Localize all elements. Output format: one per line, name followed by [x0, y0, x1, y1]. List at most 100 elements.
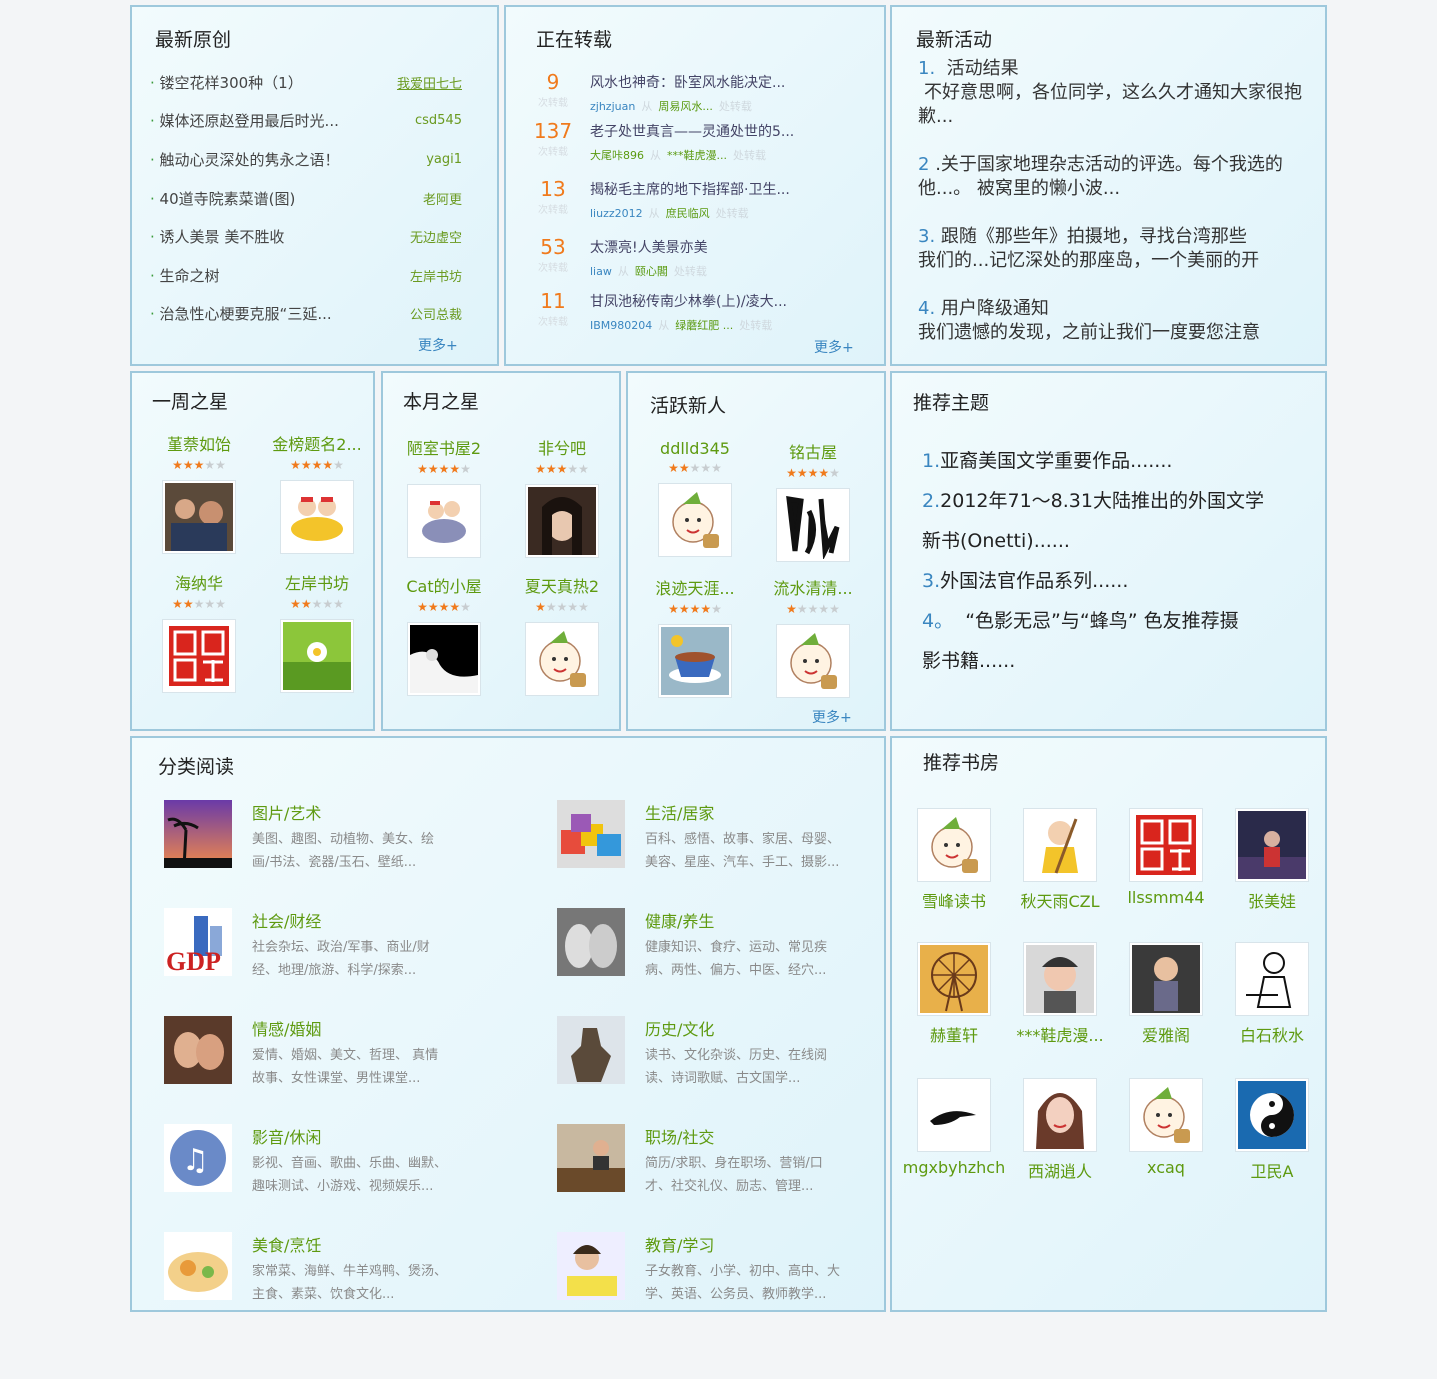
category-item[interactable]: 美食/烹饪 家常菜、海鲜、牛羊鸡鸭、煲汤、 主食、素菜、饮食文化... [164, 1232, 484, 1310]
category-title[interactable]: 美食/烹饪 [252, 1232, 321, 1256]
room-item[interactable]: 白石秋水 [1220, 942, 1324, 1046]
article-link[interactable]: 治急性心梗要克服“三延... [150, 303, 332, 324]
star-user[interactable]: 陋室书屋2 ★★★★★ [399, 435, 489, 558]
source-link[interactable]: 庶民临风 [666, 207, 710, 220]
article-link[interactable]: 诱人美景 美不胜收 [150, 226, 285, 247]
room-name[interactable]: mgxbyhzhch [902, 1158, 1006, 1177]
repost-article-link[interactable]: 揭秘毛主席的地下指挥部·卫生... [590, 179, 800, 199]
daisy-photo-avatar[interactable] [280, 619, 354, 693]
activity-item[interactable]: 2 .关于国家地理杂志活动的评选。每个我选的他...。 被窝里的懒小波... [918, 153, 1318, 201]
teacup-photo-avatar[interactable] [658, 624, 732, 698]
activity-item[interactable]: 4. 用户降级通知 我们遗憾的发现，之前让我们一度要您注意 [918, 297, 1318, 345]
cartoon-boy-avatar[interactable] [658, 483, 732, 557]
room-name[interactable]: 西湖逍人 [1008, 1158, 1112, 1182]
user-name[interactable]: 陋室书屋2 [399, 435, 489, 459]
user-name[interactable]: 堇萘如饴 [154, 431, 244, 455]
reposter-link[interactable]: IBM980204 [590, 319, 652, 332]
star-user[interactable]: 堇萘如饴 ★★★★★ [154, 431, 244, 554]
topic-link[interactable]: 4。 “色影无忌”与“蜂鸟” 色友推荐摄 [922, 609, 1322, 633]
room-name[interactable]: 雪峰读书 [902, 888, 1006, 912]
room-item[interactable]: 秋天雨CZL [1008, 808, 1112, 912]
room-name[interactable]: llssmm44 [1114, 888, 1218, 907]
star-user[interactable]: 铭古屋 ★★★★★ [768, 439, 858, 562]
star-user[interactable]: 夏天真热2 ★★★★★ [517, 573, 607, 696]
statue-photo-icon[interactable] [557, 1016, 625, 1084]
source-link[interactable]: 绿蘑红肥 ... [675, 319, 733, 332]
girl-portrait-avatar[interactable] [525, 484, 599, 558]
topic-link[interactable]: 新书(Onetti)...... [922, 529, 1322, 553]
category-item[interactable]: 健康/养生 健康知识、食疗、运动、常见疾 病、两性、偏方、中医、经穴... [557, 908, 877, 988]
category-title[interactable]: 职场/社交 [645, 1124, 714, 1148]
yin-yang-avatar[interactable] [1235, 1078, 1309, 1152]
sunset-palm-photo-icon[interactable] [164, 800, 232, 868]
repost-article-link[interactable]: 甘凤池秘传南少林拳(上)/凌大... [590, 291, 800, 311]
topic-link[interactable]: 影书籍...... [922, 649, 1322, 673]
room-name[interactable]: 赫董轩 [902, 1022, 1006, 1046]
repost-article-link[interactable]: 太漂亮!人美景亦美 [590, 237, 800, 257]
room-item[interactable]: mgxbyhzhch [902, 1078, 1006, 1177]
category-item[interactable]: ♫ 影音/休闲 影视、音画、歌曲、乐曲、幽默、 趣味测试、小游戏、视频娱乐... [164, 1124, 484, 1204]
user-name[interactable]: 金榜题名2... [272, 431, 362, 455]
child-photo-avatar[interactable] [1129, 942, 1203, 1016]
cartoon-ingot-avatar[interactable] [280, 480, 354, 554]
room-item[interactable]: 张美娃 [1220, 808, 1324, 912]
cartoon-boy-avatar[interactable] [917, 808, 991, 882]
category-title[interactable]: 生活/居家 [645, 800, 714, 824]
category-title[interactable]: 情感/婚姻 [252, 1016, 321, 1040]
reposter-link[interactable]: liuzz2012 [590, 207, 643, 220]
room-name[interactable]: 张美娃 [1220, 888, 1324, 912]
reposter-link[interactable]: 大尾咔896 [590, 149, 644, 162]
red-seal-avatar[interactable] [162, 619, 236, 693]
room-name[interactable]: ***鞋虎漫... [1008, 1022, 1112, 1046]
ferris-wheel-photo-avatar[interactable] [917, 942, 991, 1016]
reposter-link[interactable]: liaw [590, 265, 612, 278]
activity-item[interactable]: 1. 活动结果 不好意思啊，各位同学，这么久才通知大家很抱歉... [918, 57, 1318, 129]
doctor-sketch-avatar[interactable] [1235, 942, 1309, 1016]
article-link[interactable]: 媒体还原赵登用最后时光... [150, 110, 339, 131]
category-title[interactable]: 健康/养生 [645, 908, 714, 932]
category-item[interactable]: 教育/学习 子女教育、小学、初中、高中、大 学、英语、公务员、教师教学... [557, 1232, 877, 1310]
author-link[interactable]: 老阿更 [423, 189, 462, 208]
author-link[interactable]: 我爱田七七 [397, 73, 462, 92]
cartoon-boy-avatar[interactable] [525, 622, 599, 696]
new-people-more-link[interactable]: 更多+ [812, 707, 852, 727]
activity-item[interactable]: 3. 跟随《那些年》拍摄地，寻找台湾那些 我们的...记忆深处的那座岛，一个美丽… [918, 225, 1318, 273]
cushions-photo-icon[interactable] [557, 800, 625, 868]
baby-photo-avatar[interactable] [1023, 942, 1097, 1016]
article-link[interactable]: 40道寺院素菜谱(图) [150, 188, 296, 209]
office-photo-icon[interactable] [557, 1124, 625, 1192]
room-item[interactable]: llssmm44 [1114, 808, 1218, 907]
category-item[interactable]: 历史/文化 读书、文化杂谈、历史、在线阅 读、诗词歌赋、古文国学... [557, 1016, 877, 1096]
category-title[interactable]: 社会/财经 [252, 908, 321, 932]
repost-article-link[interactable]: 风水也神奇：卧室风水能决定... [590, 72, 800, 92]
music-notes-graphic-icon[interactable]: ♫ [164, 1124, 232, 1192]
room-item[interactable]: ***鞋虎漫... [1008, 942, 1112, 1046]
room-item[interactable]: xcaq [1114, 1078, 1218, 1177]
ink-calligraphy-avatar[interactable] [776, 488, 850, 562]
repost-article-link[interactable]: 老子处世真言——灵通处世的5... [590, 121, 800, 141]
gdp-graphic-icon[interactable]: GDP [164, 908, 232, 976]
user-name[interactable]: 左岸书坊 [272, 570, 362, 594]
room-item[interactable]: 赫董轩 [902, 942, 1006, 1046]
cartoon-boy-avatar[interactable] [776, 624, 850, 698]
topic-link[interactable]: 1.亚裔美国文学重要作品....... [922, 449, 1322, 473]
star-user[interactable]: 流水清清... ★★★★★ [768, 575, 858, 698]
user-name[interactable]: 非兮吧 [517, 435, 607, 459]
cartoon-riders-avatar[interactable] [407, 484, 481, 558]
source-link[interactable]: 颐心閣 [635, 265, 668, 278]
cartoon-monk-avatar[interactable] [1023, 808, 1097, 882]
category-item[interactable]: 情感/婚姻 爱情、婚姻、美文、哲理、 真情 故事、女性课堂、男性课堂... [164, 1016, 484, 1096]
reposter-link[interactable]: zjhzjuan [590, 100, 635, 113]
user-name[interactable]: ddlld345 [650, 439, 740, 458]
user-name[interactable]: 夏天真热2 [517, 573, 607, 597]
repost-more-link[interactable]: 更多+ [814, 337, 854, 357]
room-name[interactable]: 卫民A [1220, 1158, 1324, 1182]
room-item[interactable]: 雪峰读书 [902, 808, 1006, 912]
user-name[interactable]: 海纳华 [154, 570, 244, 594]
red-seal-avatar[interactable] [1129, 808, 1203, 882]
category-item[interactable]: GDP 社会/财经 社会杂坛、政治/军事、商业/财 经、地理/旅游、科学/探索.… [164, 908, 484, 988]
star-user[interactable]: 浪迹天涯... ★★★★★ [650, 575, 740, 698]
author-link[interactable]: 公司总裁 [410, 304, 462, 323]
category-item[interactable]: 生活/居家 百科、感悟、故事、家居、母婴、 美容、星座、汽车、手工、摄影... [557, 800, 877, 880]
user-name[interactable]: Cat的小屋 [399, 573, 489, 597]
